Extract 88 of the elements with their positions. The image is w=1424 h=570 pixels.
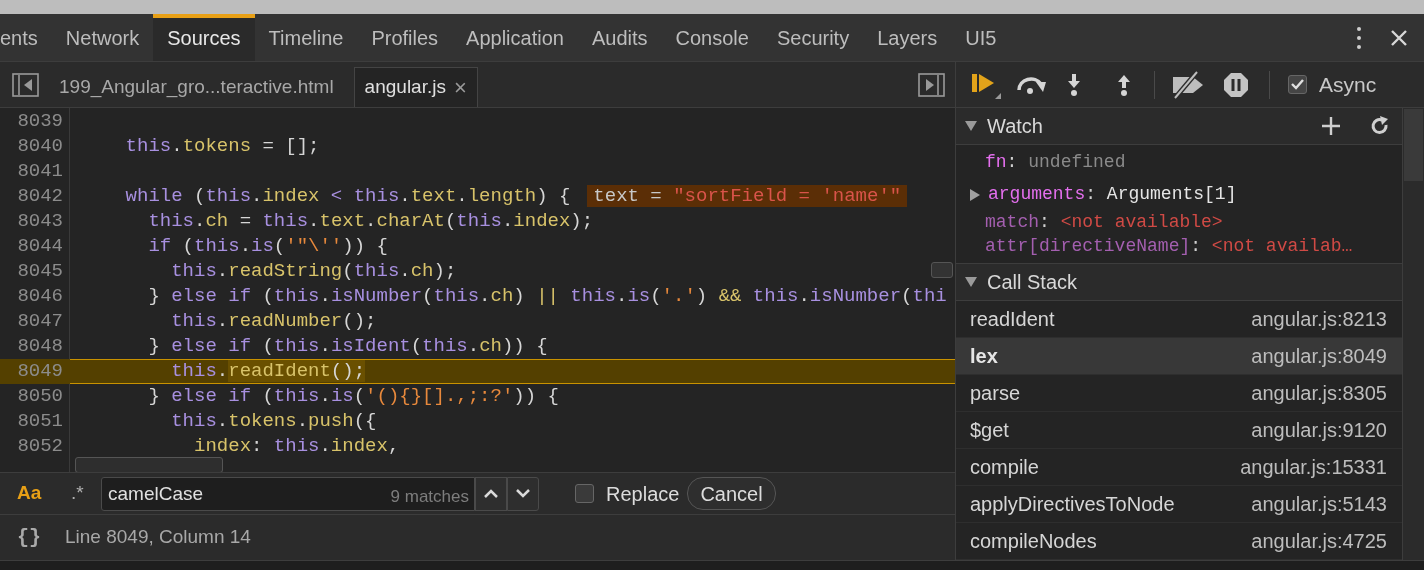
function-name: compileNodes: [970, 529, 1097, 554]
replace-label[interactable]: Replace: [606, 478, 680, 509]
line-number: 8041: [16, 159, 64, 184]
cancel-button[interactable]: Cancel: [687, 477, 776, 510]
scrollbar-thumb[interactable]: [931, 262, 953, 278]
collapsed-triangle[interactable]: [970, 188, 980, 201]
add-icon[interactable]: [1321, 115, 1341, 136]
code-line: if (this.is('"\'')) {: [147, 235, 388, 257]
panel-tab[interactable]: Profiles: [357, 14, 453, 61]
inline-value: text = "sortField = 'name'": [587, 185, 908, 207]
expanded-triangle[interactable]: [965, 277, 977, 288]
chevron-up-icon: [484, 489, 498, 498]
panel-tab[interactable]: Layers: [863, 14, 952, 61]
cursor-position: Line 8049, Column 14: [65, 525, 251, 550]
code-line: this.readString(this.ch);: [170, 260, 457, 282]
code-line: this.tokens = [];: [124, 135, 320, 157]
scrollbar-thumb[interactable]: [75, 457, 223, 472]
step-into-icon[interactable]: [1066, 72, 1082, 97]
async-label[interactable]: Async: [1319, 68, 1377, 101]
line-number: 8044: [16, 234, 64, 259]
pause-icon[interactable]: [1223, 71, 1249, 98]
code-line: while (this.index < this.text.length) {: [124, 185, 571, 207]
match-case-toggle[interactable]: Aa: [17, 479, 47, 508]
line-number: 8046: [16, 284, 64, 309]
panel-tab[interactable]: Console: [661, 14, 763, 61]
function-name: readIdent: [970, 307, 1055, 332]
line-number: 8048: [16, 334, 64, 359]
next-match-button[interactable]: [507, 476, 539, 511]
source-location: angular.js:4725: [1251, 529, 1387, 554]
source-location: angular.js:9120: [1251, 418, 1387, 443]
source-location: angular.js:8213: [1251, 307, 1387, 332]
code-line: this.tokens.push({: [170, 410, 377, 432]
source-location: angular.js:8049: [1251, 344, 1387, 369]
code-line: this.readNumber();: [170, 310, 377, 332]
code-line: } else if (this.is('(){}[].,;:?')) {: [147, 385, 559, 407]
source-location: angular.js:15331: [1240, 455, 1387, 480]
code-line: this.readIdent();: [170, 360, 366, 382]
line-number: 8042: [16, 184, 64, 209]
line-number: 8040: [16, 134, 64, 159]
match-count: 9 matches: [390, 485, 469, 508]
close-tab-button[interactable]: ×: [453, 71, 467, 104]
more-menu-icon[interactable]: [1356, 26, 1362, 49]
code-line: index: this.index,: [193, 435, 400, 457]
function-name: compile: [970, 455, 1039, 480]
panel-tab[interactable]: ents: [0, 14, 52, 61]
panel-tab[interactable]: Sources: [153, 14, 255, 61]
line-number: 8051: [16, 409, 64, 434]
line-number: 8047: [16, 309, 64, 334]
function-name: applyDirectivesToNode: [970, 492, 1175, 517]
function-name: $get: [970, 418, 1009, 443]
file-tab[interactable]: 199_Angular_gro...teractive.html: [49, 67, 344, 107]
chevron-down-icon: [516, 489, 530, 498]
sidebar-toggle-icon[interactable]: [918, 72, 945, 97]
panel-tab[interactable]: Network: [51, 14, 154, 61]
file-tab[interactable]: angular.js ×: [353, 67, 478, 107]
line-number: 8049: [16, 359, 64, 384]
refresh-icon[interactable]: [1370, 115, 1390, 136]
line-number: 8045: [16, 259, 64, 284]
close-icon[interactable]: [1390, 28, 1408, 47]
code-line: } else if (this.isIdent(this.ch)) {: [147, 335, 548, 357]
watch-section-header[interactable]: Watch: [987, 110, 1043, 141]
replace-checkbox[interactable]: [575, 484, 594, 503]
line-number: 8039: [16, 109, 64, 134]
pretty-print-button[interactable]: {}: [17, 522, 41, 553]
panel-tab[interactable]: UI5: [951, 14, 1011, 61]
function-name: lex: [970, 344, 998, 369]
expanded-triangle[interactable]: [965, 120, 977, 131]
watch-expression[interactable]: fn: undefined: [985, 149, 1126, 177]
panel-tab[interactable]: Audits: [577, 14, 662, 61]
deactivate-breakpoints-icon[interactable]: [1171, 70, 1205, 99]
source-location: angular.js:5143: [1251, 492, 1387, 517]
line-number: 8043: [16, 209, 64, 234]
code-line: this.ch = this.text.charAt(this.index);: [147, 210, 594, 232]
source-location: angular.js:8305: [1251, 381, 1387, 406]
call-stack-frame[interactable]: lex angular.js:8049: [956, 338, 1402, 375]
function-name: parse: [970, 381, 1021, 406]
previous-match-button[interactable]: [475, 476, 507, 511]
sidebar-toggle-icon[interactable]: [12, 72, 39, 97]
async-checkbox[interactable]: [1288, 75, 1307, 94]
panel-tab[interactable]: Timeline: [254, 14, 358, 61]
regex-toggle[interactable]: .*: [71, 479, 91, 508]
call-stack-section-header[interactable]: Call Stack: [987, 267, 1078, 298]
line-number: 8052: [16, 434, 64, 459]
panel-tab[interactable]: Security: [762, 14, 864, 61]
code-line: } else if (this.isNumber(this.ch) || this.is('.') && this.isNumber(thi: [147, 285, 947, 307]
panel-tab[interactable]: Application: [452, 14, 578, 61]
watch-expression[interactable]: arguments: Arguments[1]: [988, 181, 1237, 209]
line-number: 8050: [16, 384, 64, 409]
